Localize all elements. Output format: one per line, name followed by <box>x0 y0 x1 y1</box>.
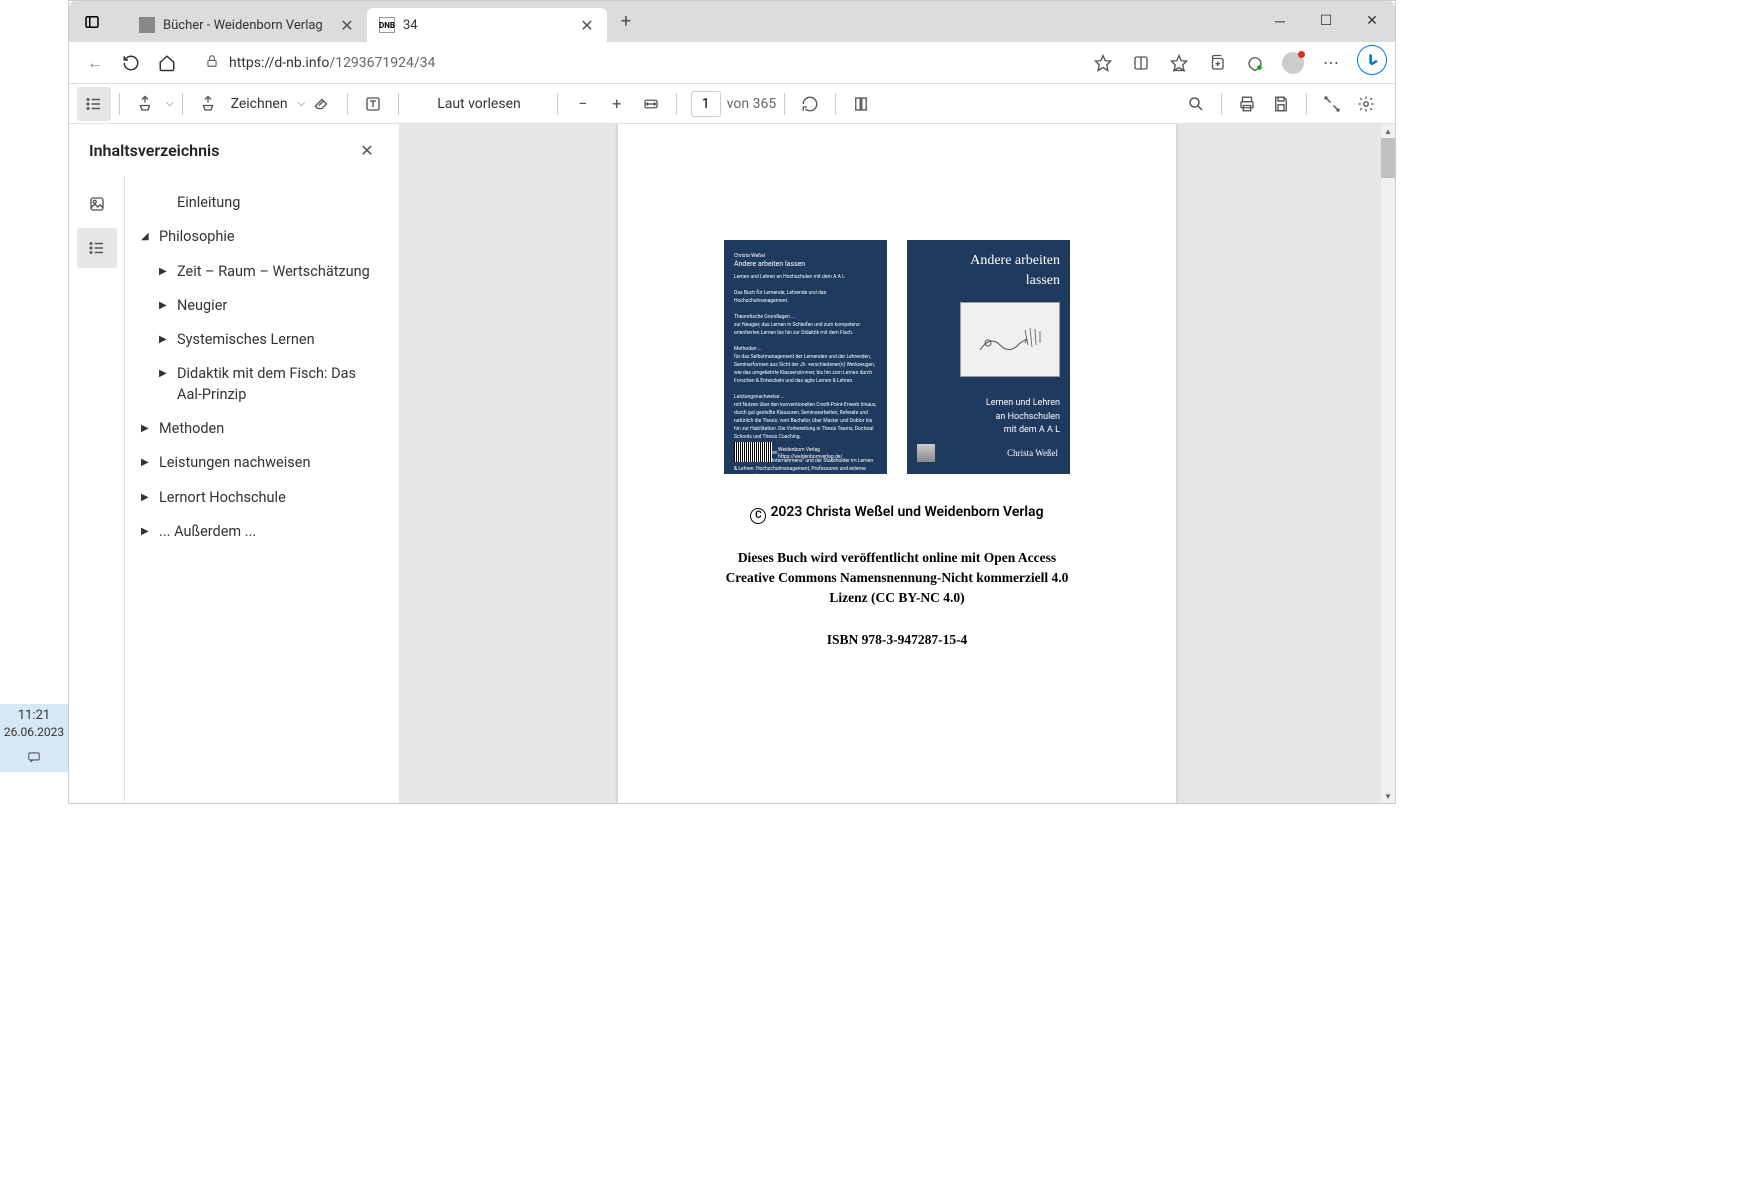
profile-button[interactable] <box>1275 45 1311 81</box>
tab-close-button[interactable]: ✕ <box>579 17 595 33</box>
bing-chat-button[interactable] <box>1357 45 1387 75</box>
isbn-line: ISBN 978-3-947287-15-4 <box>656 632 1138 648</box>
new-tab-button[interactable]: + <box>611 7 641 37</box>
favorites-menu-button[interactable] <box>1161 45 1197 81</box>
menu-button[interactable]: ⋯ <box>1313 45 1349 81</box>
fullscreen-button[interactable] <box>1315 87 1349 121</box>
caret-right-icon: ▶ <box>141 457 153 468</box>
scroll-down-button[interactable]: ▼ <box>1381 789 1395 803</box>
toc-item[interactable]: ▶Zeit – Raum – Wertschätzung <box>151 255 391 289</box>
caret-right-icon: ▶ <box>159 368 171 379</box>
sidebar-close-button[interactable]: ✕ <box>355 138 379 162</box>
favorite-button[interactable] <box>1085 45 1121 81</box>
copyright-line: C2023 Christa Weßel und Weidenborn Verla… <box>656 504 1138 524</box>
clock-date: 26.06.2023 <box>0 725 68 739</box>
tab-actions-button[interactable] <box>77 7 107 37</box>
chevron-down-icon[interactable]: ⌵ <box>298 98 306 109</box>
toc-item[interactable]: ▶Didaktik mit dem Fisch: Das Aal-Prinzip <box>151 357 391 412</box>
window-close-button[interactable]: ✕ <box>1349 1 1395 41</box>
page-view-button[interactable] <box>844 87 878 121</box>
caret-right-icon: ▶ <box>141 526 153 537</box>
description-line: Creative Commons Namensnennung-Nicht kom… <box>656 568 1138 588</box>
sidebar: Inhaltsverzeichnis ✕ Einleitung ◢Philoso… <box>69 124 399 803</box>
tab-title: 34 <box>403 18 571 33</box>
toc-item[interactable]: ▶Methoden <box>133 412 391 446</box>
settings-button[interactable] <box>1349 87 1383 121</box>
performance-button[interactable] <box>1237 45 1273 81</box>
toc-item[interactable]: ▶Systemisches Lernen <box>151 323 391 357</box>
toc-list: Einleitung ◢Philosophie ▶Zeit – Raum – W… <box>125 176 399 803</box>
draw-label: Zeichnen <box>231 96 288 112</box>
save-button[interactable] <box>1264 87 1298 121</box>
book-cover-front: Andere arbeiten lassen Lernen und Lehren… <box>907 240 1070 474</box>
pdf-toolbar: ⌵ Zeichnen ⌵ Laut vorlesen − + von 365 <box>69 84 1395 124</box>
window-minimize-button[interactable]: ─ <box>1257 1 1303 41</box>
favicon-icon <box>139 17 155 33</box>
chat-icon[interactable] <box>0 749 68 768</box>
outline-tab[interactable] <box>77 228 117 268</box>
read-aloud-button[interactable]: Laut vorlesen <box>437 96 521 112</box>
collections-button[interactable] <box>1199 45 1235 81</box>
rotate-button[interactable] <box>793 87 827 121</box>
tab-inactive[interactable]: Bücher - Weidenborn Verlag ✕ <box>127 8 367 42</box>
toc-item[interactable]: ▶... Außerdem ... <box>133 515 391 549</box>
caret-right-icon: ▶ <box>159 300 171 311</box>
page-number-input[interactable] <box>691 91 721 117</box>
refresh-button[interactable] <box>113 45 149 81</box>
toc-toggle-button[interactable] <box>77 87 111 121</box>
tab-active[interactable]: DNB 34 ✕ <box>367 8 607 42</box>
fit-width-button[interactable] <box>634 87 668 121</box>
address-bar: ← https://d-nb.info/1293671924/34 <box>69 42 1395 84</box>
scrollbar[interactable]: ▲ ▼ <box>1381 124 1395 803</box>
pdf-page: Christa Weßel Andere arbeiten lassen Ler… <box>618 124 1176 803</box>
caret-right-icon: ▶ <box>141 492 153 503</box>
caret-down-icon: ◢ <box>141 231 153 242</box>
draw-button[interactable] <box>191 87 225 121</box>
window-maximize-button[interactable]: ☐ <box>1303 1 1349 41</box>
tab-bar: Bücher - Weidenborn Verlag ✕ DNB 34 ✕ + … <box>69 1 1395 42</box>
highlight-button[interactable] <box>128 87 162 121</box>
thumbnails-tab[interactable] <box>77 184 117 224</box>
toc-item[interactable]: ▶Lernort Hochschule <box>133 481 391 515</box>
caret-right-icon: ▶ <box>141 423 153 434</box>
erase-button[interactable] <box>305 87 339 121</box>
clock-time: 11:21 <box>0 708 68 723</box>
search-button[interactable] <box>1179 87 1213 121</box>
page-total-label: von 365 <box>727 96 776 112</box>
pdf-viewer[interactable]: Christa Weßel Andere arbeiten lassen Ler… <box>399 124 1395 803</box>
url-input[interactable]: https://d-nb.info/1293671924/34 <box>193 47 1077 79</box>
home-button[interactable] <box>149 45 185 81</box>
toc-item[interactable]: Einleitung <box>151 186 391 220</box>
reading-list-button[interactable] <box>1123 45 1159 81</box>
tab-title: Bücher - Weidenborn Verlag <box>163 18 331 33</box>
lock-icon <box>205 53 219 72</box>
sidebar-title: Inhaltsverzeichnis <box>89 141 219 160</box>
text-button[interactable] <box>356 87 390 121</box>
description-line: Lizenz (CC BY-NC 4.0) <box>656 588 1138 608</box>
description-line: Dieses Buch wird veröffentlicht online m… <box>656 548 1138 568</box>
tab-close-button[interactable]: ✕ <box>339 17 355 33</box>
print-button[interactable] <box>1230 87 1264 121</box>
toc-item[interactable]: ◢Philosophie <box>133 220 391 254</box>
cover-illustration <box>960 302 1060 377</box>
scroll-up-button[interactable]: ▲ <box>1381 124 1395 138</box>
barcode-icon <box>734 442 772 462</box>
chevron-down-icon[interactable]: ⌵ <box>166 98 174 109</box>
scroll-thumb[interactable] <box>1381 138 1395 178</box>
zoom-out-button[interactable]: − <box>566 87 600 121</box>
toc-item[interactable]: ▶Leistungen nachweisen <box>133 446 391 480</box>
book-cover-back: Christa Weßel Andere arbeiten lassen Ler… <box>724 240 887 474</box>
clock-widget: 11:21 26.06.2023 <box>0 704 68 772</box>
favicon-icon: DNB <box>379 17 395 33</box>
back-button[interactable]: ← <box>77 45 113 81</box>
caret-right-icon: ▶ <box>159 266 171 277</box>
toc-item[interactable]: ▶Neugier <box>151 289 391 323</box>
caret-right-icon: ▶ <box>159 334 171 345</box>
zoom-in-button[interactable]: + <box>600 87 634 121</box>
url-text: https://d-nb.info/1293671924/34 <box>229 55 435 71</box>
